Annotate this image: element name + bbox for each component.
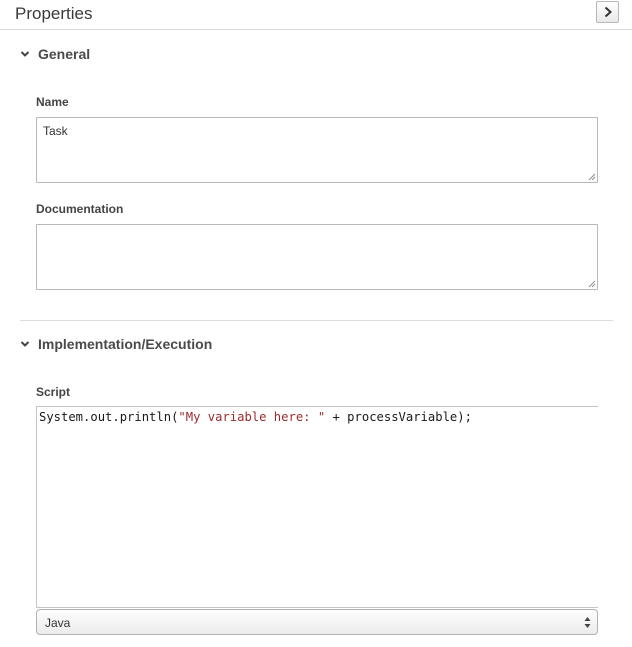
section-implementation-title: Implementation/Execution xyxy=(38,336,213,352)
properties-panel: Properties General Name Task Documentati… xyxy=(0,0,632,647)
script-language-select[interactable]: Java xyxy=(36,609,598,635)
section-implementation-toggle[interactable]: Implementation/Execution xyxy=(20,334,212,354)
resize-grip-icon[interactable] xyxy=(587,279,596,288)
panel-title: Properties xyxy=(15,4,93,23)
name-field[interactable]: Task xyxy=(36,117,598,183)
chevron-down-icon xyxy=(20,51,30,57)
script-label: Script xyxy=(36,385,71,399)
name-field-value: Task xyxy=(43,124,68,138)
resize-grip-icon[interactable] xyxy=(587,172,596,181)
code-string-literal: "My variable here: " xyxy=(178,410,326,424)
section-divider xyxy=(20,320,613,321)
panel-header: Properties xyxy=(0,0,632,30)
script-code-line: System.out.println("My variable here: " … xyxy=(39,410,472,424)
code-call: System.out.println( xyxy=(39,410,179,424)
collapse-panel-button[interactable] xyxy=(596,1,619,23)
section-general-toggle[interactable]: General xyxy=(20,44,90,64)
documentation-field[interactable] xyxy=(36,224,598,290)
section-general-title: General xyxy=(38,46,91,62)
chevron-right-icon xyxy=(604,6,612,18)
script-language-value: Java xyxy=(45,616,71,630)
select-arrows-icon xyxy=(584,617,591,628)
name-label: Name xyxy=(36,95,69,109)
code-argument: + processVariable); xyxy=(325,410,472,424)
chevron-down-icon xyxy=(20,341,30,347)
script-editor[interactable]: System.out.println("My variable here: " … xyxy=(36,406,598,608)
documentation-label: Documentation xyxy=(36,202,124,216)
